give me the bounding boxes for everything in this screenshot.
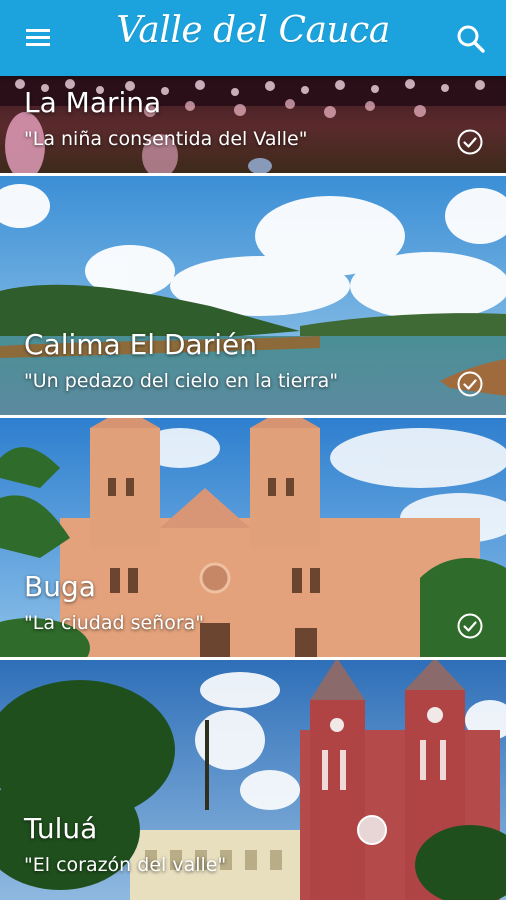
destination-name: Calima El Darién — [24, 328, 257, 361]
destination-card-tulua[interactable]: Tuluá "El corazón del valle" — [0, 660, 506, 900]
destination-card-la-marina[interactable]: La Marina "La niña consentida del Valle" — [0, 76, 506, 176]
visited-check-icon[interactable] — [456, 612, 484, 640]
app-title: Valle del Cauca — [116, 10, 390, 51]
destination-card-buga[interactable]: Buga "La ciudad señora" — [0, 418, 506, 660]
destination-tagline: "La niña consentida del Valle" — [24, 128, 308, 150]
destination-list[interactable]: La Marina "La niña consentida del Valle" — [0, 76, 506, 900]
destination-name: La Marina — [24, 86, 162, 119]
visited-check-icon[interactable] — [456, 370, 484, 398]
destination-card-calima-el-darien[interactable]: Calima El Darién "Un pedazo del cielo en… — [0, 176, 506, 418]
destination-name: Tuluá — [24, 812, 98, 845]
destination-tagline: "La ciudad señora" — [24, 612, 205, 634]
app-bar: Valle del Cauca — [0, 0, 506, 76]
destination-tagline: "Un pedazo del cielo en la tierra" — [24, 370, 339, 392]
visited-check-icon[interactable] — [456, 128, 484, 156]
search-icon[interactable] — [454, 22, 488, 56]
destination-name: Buga — [24, 570, 96, 603]
destination-tagline: "El corazón del valle" — [24, 854, 227, 876]
